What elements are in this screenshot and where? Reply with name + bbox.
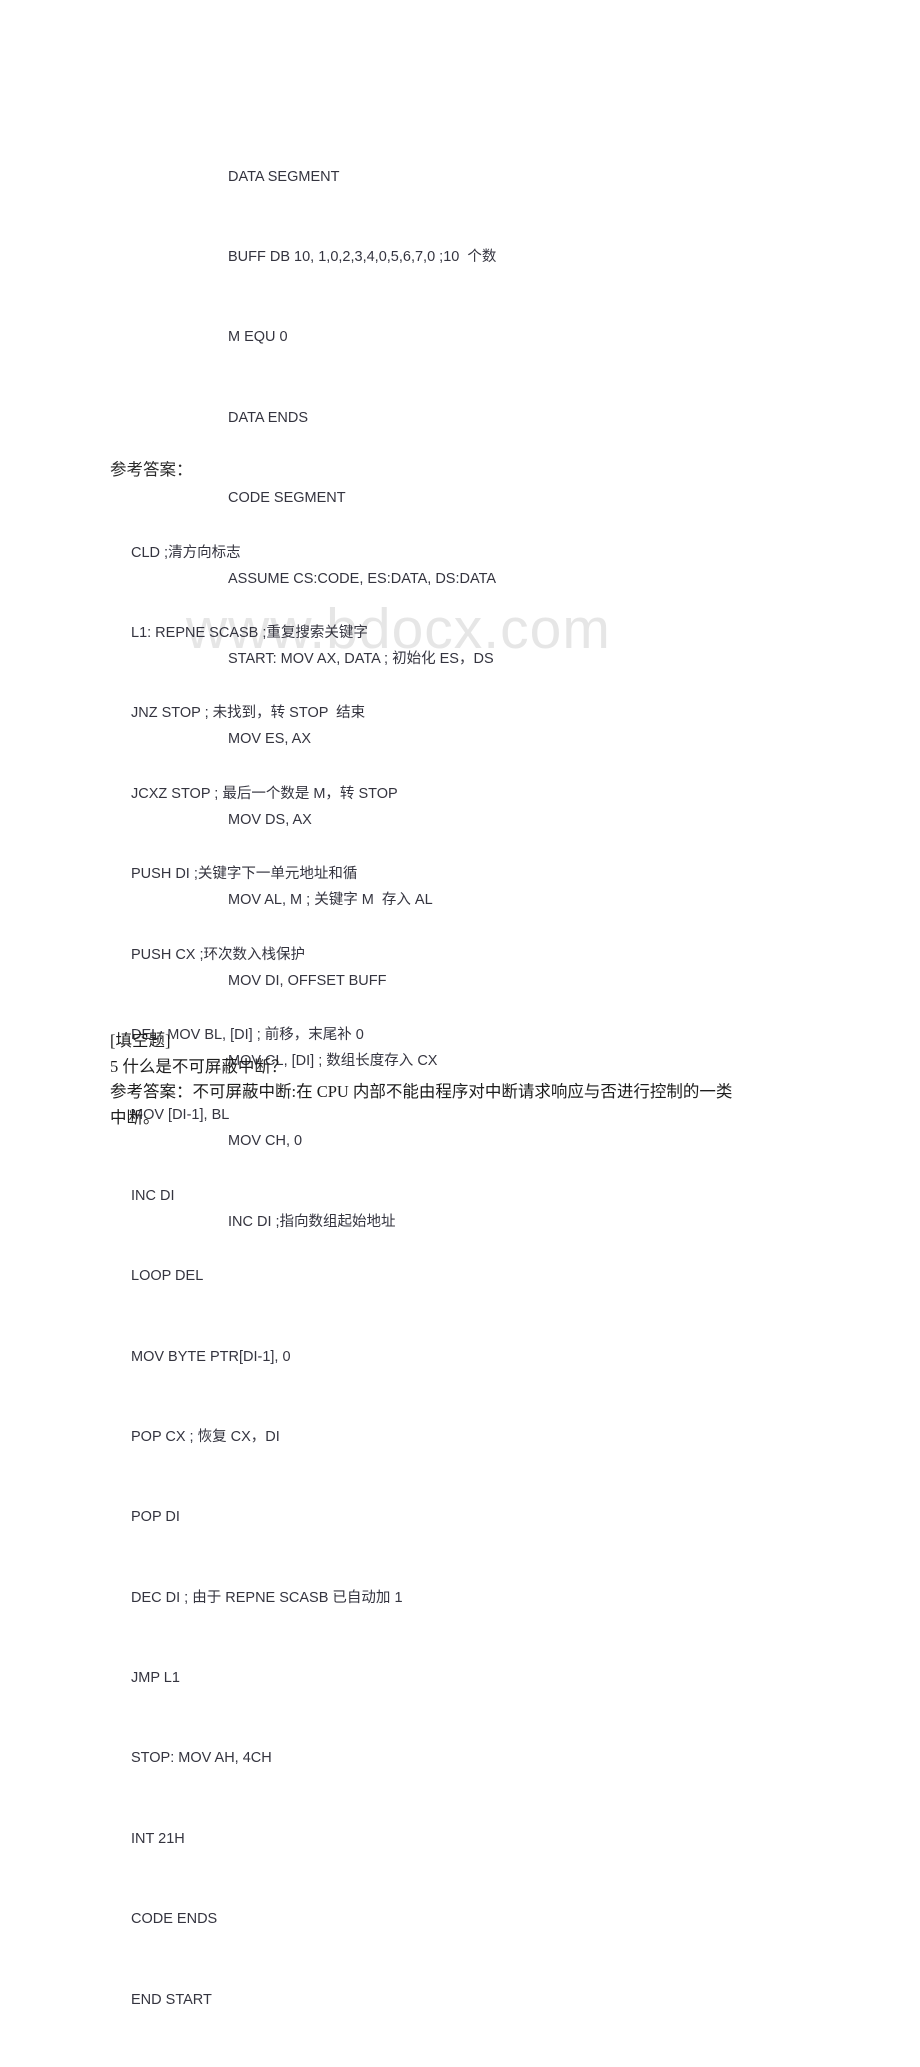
code-line: PUSH DI ;关键字下一单元地址和循 bbox=[131, 866, 358, 883]
code-line: STOP: MOV AH, 4CH bbox=[131, 1750, 272, 1767]
code-line: BUFF DB 10, 1,0,2,3,4,0,5,6,7,0 ;10 个数 bbox=[228, 248, 497, 265]
code-line: POP DI bbox=[131, 1509, 180, 1526]
fill-in-blank-section: [填空题] 5 什么是不可屏蔽中断？ 参考答案：不可屏蔽中断:在 CPU 内部不… bbox=[110, 1028, 858, 1130]
code-line: JMP L1 bbox=[131, 1670, 180, 1687]
code-line: END START bbox=[131, 1991, 212, 2008]
code-line: DATA SEGMENT bbox=[228, 168, 340, 185]
question-type-tag: [填空题] bbox=[110, 1031, 171, 1050]
question-text: 5 什么是不可屏蔽中断？ bbox=[110, 1056, 288, 1076]
code-line: POP CX ; 恢复 CX，DI bbox=[131, 1428, 280, 1445]
answer-text-line-2: 中断。 bbox=[110, 1107, 160, 1127]
document-page: www.bdocx.com DATA SEGMENT BUFF DB 10, 1… bbox=[0, 0, 920, 2008]
code-line: MOV BYTE PTR[DI-1], 0 bbox=[131, 1348, 291, 1365]
code-line: M EQU 0 bbox=[228, 329, 288, 346]
code-line: DEC DI ; 由于 REPNE SCASB 已自动加 1 bbox=[131, 1589, 403, 1606]
code-line: JNZ STOP ; 未找到，转 STOP 结束 bbox=[131, 705, 366, 722]
code-line: L1: REPNE SCASB ;重复搜索关键字 bbox=[131, 624, 368, 641]
code-line: CODE ENDS bbox=[131, 1911, 218, 1928]
answer-text-line-1: 参考答案：不可屏蔽中断:在 CPU 内部不能由程序对中断请求响应与否进行控制的一… bbox=[110, 1082, 733, 1101]
code-line: INT 21H bbox=[131, 1830, 185, 1847]
reference-answer-label: 参考答案： bbox=[110, 460, 193, 479]
code-line: LOOP DEL bbox=[131, 1268, 204, 1285]
code-line: JCXZ STOP ; 最后一个数是 M，转 STOP bbox=[131, 785, 398, 802]
assembly-code-block-bottom: CLD ;清方向标志 L1: REPNE SCASB ;重复搜索关键字 JNZ … bbox=[131, 486, 403, 2067]
code-line: CLD ;清方向标志 bbox=[131, 544, 241, 561]
code-line: INC DI bbox=[131, 1187, 175, 1204]
code-line: DATA ENDS bbox=[228, 409, 309, 426]
code-line: PUSH CX ;环次数入栈保护 bbox=[131, 946, 306, 963]
